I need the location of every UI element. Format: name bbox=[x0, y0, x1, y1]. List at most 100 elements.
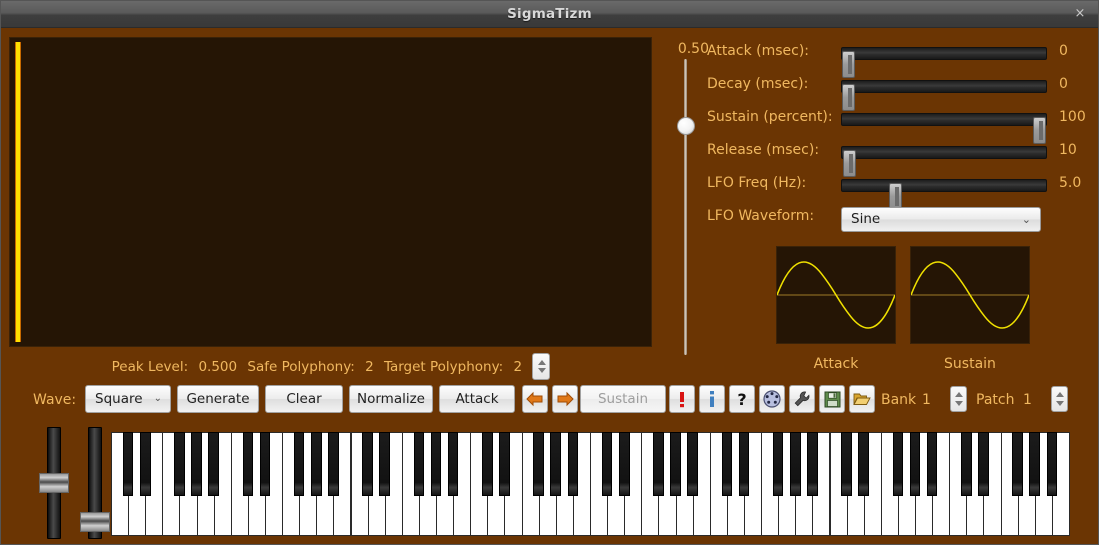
black-key[interactable] bbox=[242, 432, 254, 496]
param-value-sustain: 100 bbox=[1059, 109, 1086, 125]
next-button[interactable] bbox=[552, 385, 578, 413]
wave-select[interactable]: Square ⌄ bbox=[85, 385, 171, 413]
modulation-grip[interactable] bbox=[80, 511, 110, 532]
pitch-bend-wheel[interactable] bbox=[37, 427, 71, 539]
panic-button[interactable] bbox=[669, 385, 695, 413]
wave-preview-sustain bbox=[910, 246, 1030, 344]
info-button[interactable] bbox=[699, 385, 725, 413]
black-key[interactable] bbox=[430, 432, 442, 496]
harmonic-editor-canvas[interactable] bbox=[9, 37, 652, 347]
harmonic-bar-1[interactable] bbox=[15, 42, 21, 342]
black-key[interactable] bbox=[122, 432, 134, 496]
black-key[interactable] bbox=[499, 432, 510, 496]
clear-button[interactable]: Clear bbox=[265, 385, 343, 413]
black-key[interactable] bbox=[174, 432, 185, 496]
black-key[interactable] bbox=[567, 432, 579, 496]
wave-label: Wave: bbox=[33, 392, 77, 408]
black-key[interactable] bbox=[961, 432, 972, 496]
target-polyphony-label: Target Polyphony: bbox=[383, 358, 504, 375]
black-key[interactable] bbox=[670, 432, 681, 496]
target-polyphony-stepper[interactable] bbox=[532, 353, 551, 380]
black-key[interactable] bbox=[978, 432, 989, 496]
param-value-lfo-freq: 5.0 bbox=[1059, 175, 1082, 191]
param-label-release: Release (msec): bbox=[707, 142, 820, 158]
prev-button[interactable] bbox=[522, 385, 548, 413]
black-key[interactable] bbox=[926, 432, 938, 496]
black-key[interactable] bbox=[807, 432, 818, 496]
chevron-down-icon: ⌄ bbox=[153, 393, 162, 404]
master-volume-knob[interactable] bbox=[677, 117, 695, 136]
sigmatizm-window: SigmaTizm × 0.50 Attack (msec): 0 Decay … bbox=[0, 0, 1099, 545]
black-key[interactable] bbox=[738, 432, 750, 496]
black-key[interactable] bbox=[139, 432, 151, 496]
black-key[interactable] bbox=[653, 432, 664, 496]
close-icon[interactable]: × bbox=[1072, 6, 1088, 22]
question-icon: ? bbox=[737, 390, 746, 408]
black-key[interactable] bbox=[721, 432, 733, 496]
black-key[interactable] bbox=[293, 432, 305, 496]
sustain-waveform-graphic bbox=[911, 261, 1029, 329]
black-key[interactable] bbox=[892, 432, 904, 496]
param-slider-attack[interactable] bbox=[841, 47, 1047, 78]
black-key[interactable] bbox=[362, 432, 373, 496]
arrow-left-icon bbox=[526, 391, 543, 407]
black-key[interactable] bbox=[259, 432, 271, 496]
param-label-lfo-freq: LFO Freq (Hz): bbox=[707, 175, 807, 191]
black-key[interactable] bbox=[208, 432, 219, 496]
param-slider-decay[interactable] bbox=[841, 80, 1047, 111]
settings-button[interactable] bbox=[789, 385, 815, 413]
black-key[interactable] bbox=[1012, 432, 1023, 496]
wave-preview-label-attack: Attack bbox=[813, 356, 859, 372]
lfo-waveform-value: Sine bbox=[851, 211, 881, 227]
param-value-release: 10 bbox=[1059, 142, 1077, 158]
pitch-bend-grip[interactable] bbox=[39, 473, 69, 493]
param-row-attack: Attack (msec): 0 bbox=[707, 37, 1093, 78]
black-key[interactable] bbox=[858, 432, 869, 496]
black-key[interactable] bbox=[1046, 432, 1058, 496]
black-key[interactable] bbox=[618, 432, 630, 496]
attack-button[interactable]: Attack bbox=[439, 385, 515, 413]
param-label-lfo-waveform: LFO Waveform: bbox=[707, 208, 815, 224]
param-slider-sustain[interactable] bbox=[841, 113, 1047, 144]
black-key[interactable] bbox=[909, 432, 921, 496]
master-volume-slider[interactable] bbox=[667, 37, 705, 357]
black-key[interactable] bbox=[191, 432, 202, 496]
black-key[interactable] bbox=[789, 432, 801, 496]
info-icon bbox=[710, 391, 714, 407]
window-title: SigmaTizm bbox=[507, 6, 592, 22]
black-key[interactable] bbox=[447, 432, 459, 496]
black-key[interactable] bbox=[533, 432, 544, 496]
chevron-down-icon: ⌄ bbox=[1021, 213, 1031, 226]
safe-polyphony-label: Safe Polyphony: bbox=[247, 358, 355, 375]
help-button[interactable]: ? bbox=[729, 385, 755, 413]
black-key[interactable] bbox=[413, 432, 425, 496]
midi-button[interactable] bbox=[759, 385, 785, 413]
black-key[interactable] bbox=[1029, 432, 1041, 496]
generate-button[interactable]: Generate bbox=[177, 385, 259, 413]
modulation-wheel[interactable] bbox=[78, 427, 112, 539]
param-slider-release[interactable] bbox=[841, 146, 1047, 177]
piano-keyboard[interactable] bbox=[111, 432, 1070, 536]
param-row-lfo-waveform: LFO Waveform: Sine ⌄ bbox=[707, 202, 1093, 235]
black-key[interactable] bbox=[687, 432, 698, 496]
sustain-button[interactable]: Sustain bbox=[580, 385, 666, 413]
black-key[interactable] bbox=[601, 432, 613, 496]
black-key[interactable] bbox=[482, 432, 493, 496]
svg-text:?: ? bbox=[737, 390, 746, 408]
lfo-waveform-select[interactable]: Sine ⌄ bbox=[841, 207, 1041, 232]
open-button[interactable] bbox=[849, 385, 875, 413]
black-key[interactable] bbox=[550, 432, 562, 496]
master-volume-track[interactable] bbox=[684, 59, 687, 355]
bank-stepper[interactable] bbox=[950, 386, 967, 412]
normalize-button[interactable]: Normalize bbox=[349, 385, 433, 413]
black-key[interactable] bbox=[328, 432, 339, 496]
wave-preview-label-sustain: Sustain bbox=[944, 356, 996, 372]
param-slider-lfo-freq[interactable] bbox=[841, 179, 1047, 210]
save-button[interactable] bbox=[819, 385, 845, 413]
patch-stepper[interactable] bbox=[1051, 386, 1068, 412]
black-key[interactable] bbox=[310, 432, 322, 496]
param-row-sustain: Sustain (percent): 100 bbox=[707, 103, 1093, 144]
black-key[interactable] bbox=[772, 432, 784, 496]
black-key[interactable] bbox=[379, 432, 390, 496]
black-key[interactable] bbox=[841, 432, 852, 496]
